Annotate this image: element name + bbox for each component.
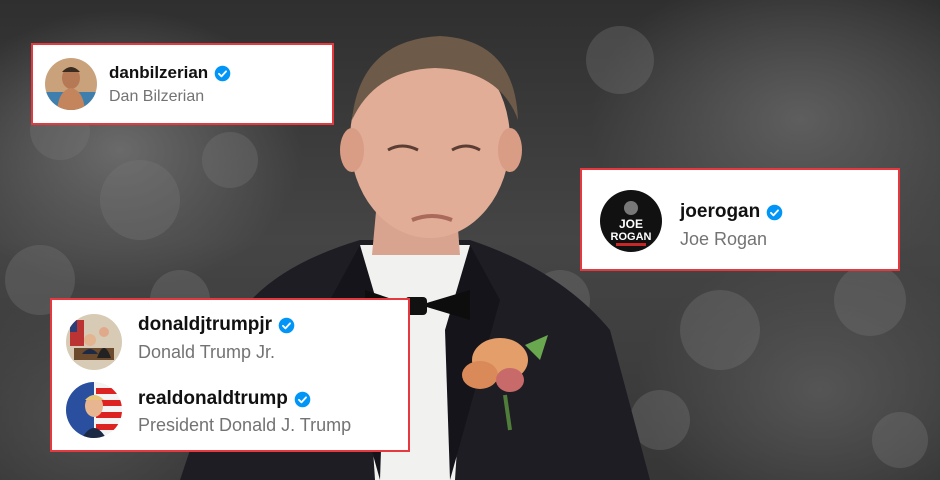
list-item-donaldjtrumpjr[interactable]: donaldjtrumpjr Donald Trump Jr. xyxy=(52,308,408,370)
avatar-text-line1: JOE xyxy=(619,217,643,231)
profile-card-trump-family: donaldjtrumpjr Donald Trump Jr. realdona… xyxy=(50,298,410,452)
list-item-realdonaldtrump[interactable]: realdonaldtrump President Donald J. Trum… xyxy=(52,380,408,440)
verified-badge-icon xyxy=(766,204,783,220)
avatar[interactable]: JOE ROGAN xyxy=(600,190,662,252)
display-name: Joe Rogan xyxy=(680,229,768,249)
profile-card-danbilzerian[interactable]: danbilzerian Dan Bilzerian xyxy=(31,43,334,125)
avatar[interactable] xyxy=(66,382,122,438)
avatar[interactable] xyxy=(45,58,97,110)
verified-badge-icon xyxy=(294,391,311,407)
flag-portrait-avatar-icon xyxy=(66,382,122,438)
username[interactable]: joerogan xyxy=(680,201,760,223)
verified-badge-icon xyxy=(214,65,231,81)
display-name: Dan Bilzerian xyxy=(109,88,205,105)
username[interactable]: donaldjtrumpjr xyxy=(138,314,272,336)
display-name: Donald Trump Jr. xyxy=(138,342,276,362)
username[interactable]: realdonaldtrump xyxy=(138,388,288,410)
oval-office-avatar-icon xyxy=(66,314,122,370)
avatar-text-line2: ROGAN xyxy=(611,231,652,243)
display-name: President Donald J. Trump xyxy=(138,415,352,435)
shirtless-man-avatar-icon xyxy=(45,58,97,110)
profile-card-joerogan[interactable]: JOE ROGAN joerogan Joe Rogan xyxy=(580,168,900,271)
username[interactable]: danbilzerian xyxy=(109,63,208,83)
avatar[interactable] xyxy=(66,314,122,370)
joe-rogan-logo-icon: JOE ROGAN xyxy=(600,190,662,252)
verified-badge-icon xyxy=(278,317,295,333)
